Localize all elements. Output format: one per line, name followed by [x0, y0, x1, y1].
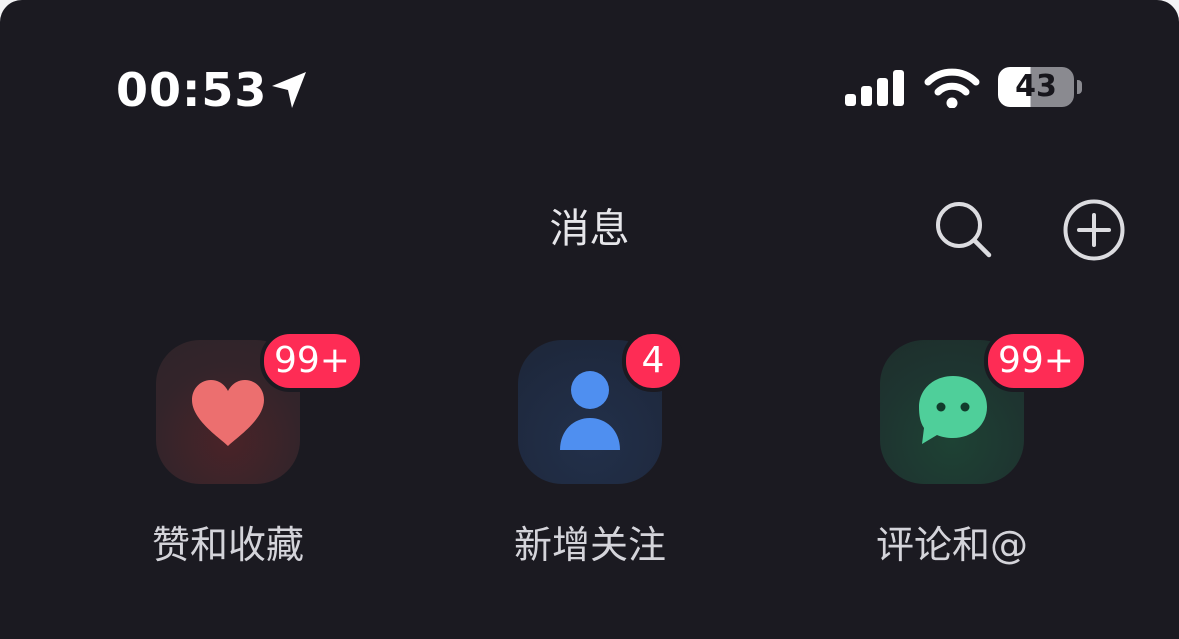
battery-level: 43 — [1015, 69, 1057, 104]
search-icon[interactable] — [934, 200, 992, 258]
likes-and-favorites-shortcut[interactable]: 99+ 赞和收藏 — [152, 330, 406, 580]
followers-badge: 4 — [622, 330, 684, 392]
add-circle-icon[interactable] — [1062, 198, 1126, 262]
wifi-icon — [924, 68, 980, 108]
comments-and-mentions-shortcut[interactable]: 99+ 评论和@ — [876, 330, 1130, 580]
status-time: 00:53 — [116, 63, 268, 117]
likes-label: 赞和收藏 — [151, 523, 304, 567]
comments-label: 评论和@ — [875, 523, 1028, 567]
messages-screen: 00:53 43 消息 99+ 赞和收藏 4 新增关注 99+ 评论和@ — [0, 0, 1179, 639]
battery-cap — [1077, 80, 1082, 94]
person-icon — [560, 371, 620, 450]
page-title: 消息 — [549, 206, 630, 252]
comments-badge: 99+ — [984, 330, 1088, 392]
followers-label: 新增关注 — [513, 523, 666, 567]
chat-bubble-icon — [919, 376, 987, 444]
new-followers-shortcut[interactable]: 4 新增关注 — [514, 330, 768, 580]
cellular-signal-icon — [845, 70, 904, 106]
heart-icon — [192, 380, 264, 446]
likes-badge: 99+ — [260, 330, 364, 392]
location-arrow-icon — [272, 72, 306, 108]
